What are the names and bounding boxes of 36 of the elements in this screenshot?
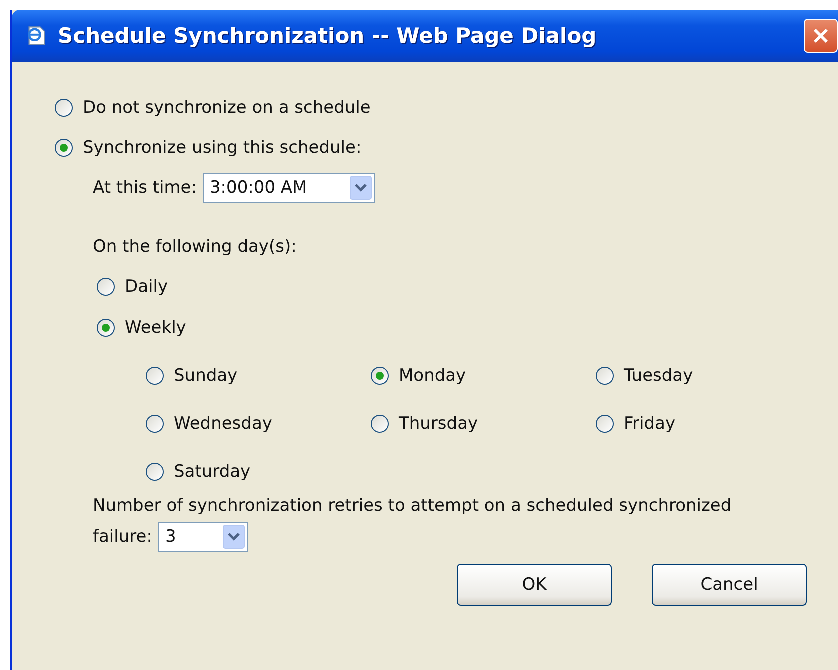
radio-label: Weekly bbox=[125, 318, 186, 338]
radio-button[interactable] bbox=[371, 367, 389, 385]
radio-button[interactable] bbox=[146, 367, 164, 385]
radio-button[interactable] bbox=[596, 415, 614, 433]
radio-label: Wednesday bbox=[174, 414, 272, 434]
chevron-icon bbox=[223, 525, 246, 549]
radio-button[interactable] bbox=[146, 415, 164, 433]
time-label: At this time: bbox=[93, 178, 197, 198]
radio-button[interactable] bbox=[596, 367, 614, 385]
radio-label: Daily bbox=[125, 276, 168, 296]
chevron-icon bbox=[350, 176, 372, 200]
radio-label: Sunday bbox=[174, 366, 238, 386]
radio-label: Friday bbox=[624, 414, 676, 434]
radio-button[interactable] bbox=[146, 463, 164, 481]
radio-label: Saturday bbox=[174, 462, 251, 482]
radio-button[interactable] bbox=[97, 278, 115, 296]
radio-label: Monday bbox=[399, 366, 466, 386]
close-icon bbox=[811, 26, 831, 46]
radio-label: Synchronize using this schedule: bbox=[83, 138, 362, 158]
close-button[interactable] bbox=[804, 19, 838, 53]
retries-label: failure: bbox=[93, 527, 152, 547]
radio-label: Tuesday bbox=[624, 366, 694, 386]
window-title: Schedule Synchronization -- Web Page Dialog bbox=[58, 24, 597, 48]
radio-button[interactable] bbox=[97, 318, 115, 336]
dialog-button[interactable]: Cancel bbox=[652, 564, 807, 606]
page-icon bbox=[26, 25, 48, 47]
radio-label: Do not synchronize on a schedule bbox=[83, 98, 371, 118]
dropdown[interactable]: 3:00:00 AM bbox=[202, 173, 375, 203]
radio-button[interactable] bbox=[55, 99, 73, 117]
dropdown[interactable]: 3 bbox=[158, 522, 248, 552]
radio-button[interactable] bbox=[55, 139, 73, 157]
radio-label: Thursday bbox=[399, 414, 478, 434]
days-heading: On the following day(s): bbox=[93, 237, 297, 257]
dialog-button[interactable]: OK bbox=[457, 564, 612, 606]
retries-label: Number of synchronization retries to attempt on a scheduled synchronized bbox=[93, 496, 732, 516]
radio-button[interactable] bbox=[371, 415, 389, 433]
